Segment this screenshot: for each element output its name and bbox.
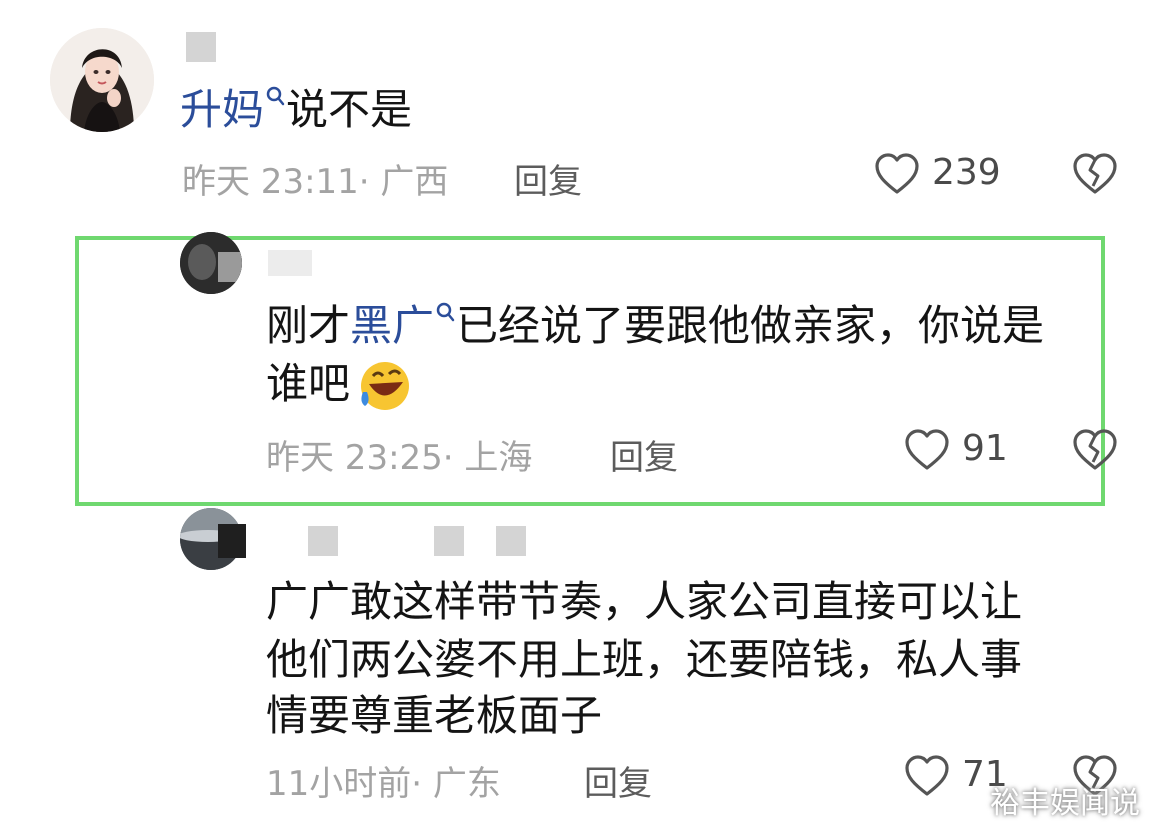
comment-text: 升妈 说不是 [180,85,413,134]
like-button[interactable]: 91 [904,426,1034,476]
location: 上海 [464,438,533,478]
timestamp: 昨天 23:11· [182,162,370,202]
search-icon [436,302,456,324]
username-blurred[interactable] [434,526,464,556]
avatar[interactable] [180,232,242,294]
location: 广东 [432,764,501,804]
comment-text-line2: 谁吧 [266,359,351,408]
avatar[interactable] [50,28,154,132]
username-blurred[interactable] [268,250,312,276]
mention-link[interactable]: 黑广 [350,301,434,350]
comment-meta: 昨天 23:25· 上海 [266,430,532,479]
username-blurred[interactable] [496,526,526,556]
reply-button[interactable]: 回复 [610,430,678,479]
comment-text-line2: 他们两公婆不用上班，还要陪钱，私人事 [266,635,1023,684]
location: 广西 [380,162,449,202]
heart-icon [874,152,920,196]
timestamp: 昨天 23:25· [266,438,454,478]
broken-heart-icon[interactable] [1072,428,1118,472]
like-count: 239 [932,152,1001,193]
heart-icon [904,428,950,472]
reply-button[interactable]: 回复 [584,756,652,805]
comment-meta: 11小时前· 广东 [266,756,501,805]
comment-text: 刚才黑广 已经说了要跟他做亲家，你说是 [266,301,1045,350]
broken-heart-icon[interactable] [1072,152,1118,196]
username-blurred[interactable] [218,524,246,558]
reply-button[interactable]: 回复 [514,154,582,203]
search-icon [266,86,286,108]
like-count: 91 [962,428,1008,469]
username-blurred[interactable] [186,32,216,62]
comment-text-line3: 情要尊重老板面子 [266,691,603,740]
mention-link[interactable]: 升妈 [180,85,264,134]
username-blurred[interactable] [308,526,338,556]
laughing-emoji [355,358,413,414]
comment-meta: 昨天 23:11· 广西 [182,154,448,203]
like-button[interactable]: 239 [874,150,1034,200]
comment-text: 广广敢这样带节奏，人家公司直接可以让 [266,577,1023,626]
watermark: 裕丰娱闻说 [990,786,1140,821]
timestamp: 11小时前· [266,764,423,804]
heart-icon [904,754,950,798]
